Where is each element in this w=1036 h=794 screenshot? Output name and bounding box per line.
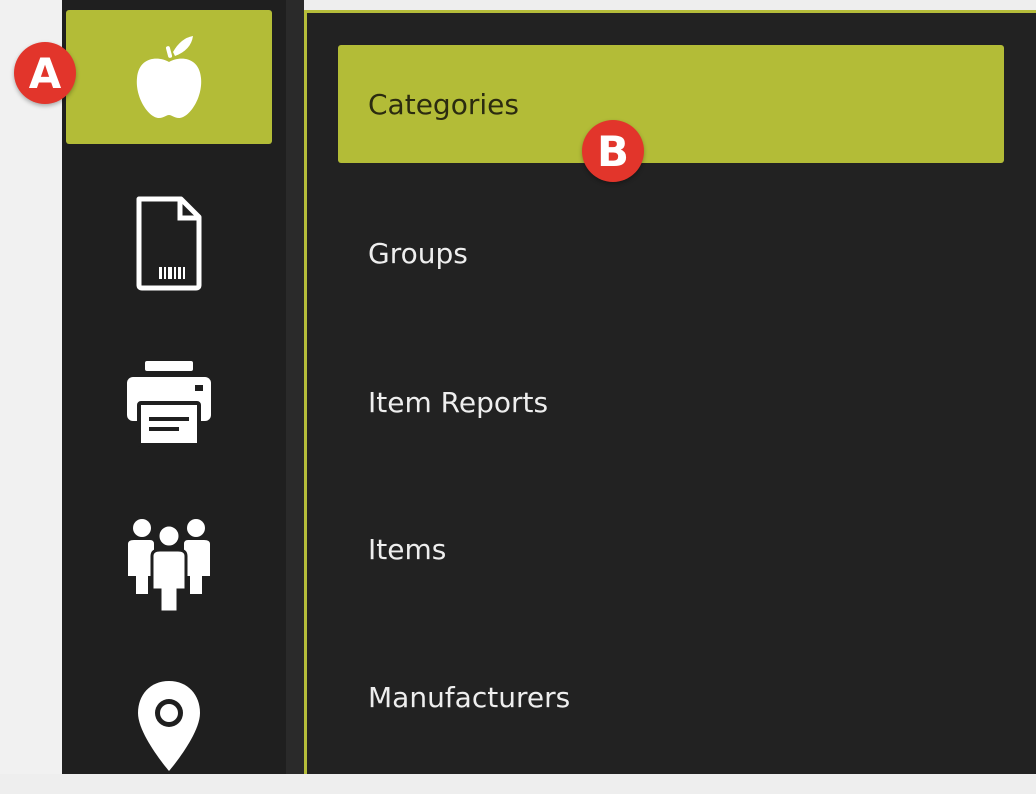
annotation-badge-b: B xyxy=(582,120,644,182)
annotation-badge-a: A xyxy=(14,42,76,104)
page-background xyxy=(0,0,62,774)
menu-item-label: Manufacturers xyxy=(368,680,571,714)
menu-item-label: Item Reports xyxy=(368,385,549,419)
menu-item-manufacturers[interactable]: Manufacturers xyxy=(338,638,1004,756)
menu-item-label: Categories xyxy=(368,87,519,121)
menu-item-items[interactable]: Items xyxy=(338,490,1004,608)
sidebar-item-documents[interactable] xyxy=(66,176,272,310)
menu-item-categories[interactable]: Categories xyxy=(338,45,1004,163)
sidebar-gutter xyxy=(286,0,304,774)
printer-icon xyxy=(121,357,217,447)
apple-icon xyxy=(129,32,209,122)
barcode-document-icon xyxy=(133,195,205,291)
menu-item-groups[interactable]: Groups xyxy=(338,194,1004,312)
people-group-icon xyxy=(124,514,214,614)
menu-item-item-reports[interactable]: Item Reports xyxy=(338,343,1004,461)
sidebar-item-reports[interactable] xyxy=(66,335,272,469)
menu-item-label: Items xyxy=(368,532,447,566)
sidebar-item-items[interactable] xyxy=(66,10,272,144)
sidebar-item-customers[interactable] xyxy=(66,497,272,631)
location-pin-icon xyxy=(134,677,204,777)
menu-item-label: Groups xyxy=(368,236,468,270)
